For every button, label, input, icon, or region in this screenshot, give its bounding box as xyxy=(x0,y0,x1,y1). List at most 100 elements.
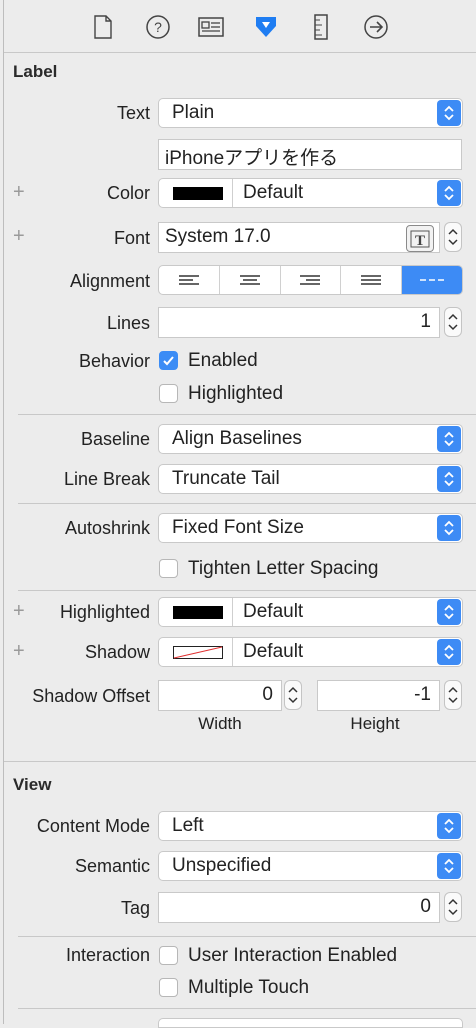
color-label: Color xyxy=(106,183,150,203)
baseline-popup[interactable]: Align Baselines xyxy=(158,424,463,454)
width-caption: Width xyxy=(198,714,242,733)
text-type-popup[interactable]: Plain xyxy=(158,98,463,128)
attributes-icon[interactable] xyxy=(251,12,281,42)
popup-divider xyxy=(232,638,233,666)
tag-label: Tag xyxy=(120,898,150,918)
popup-arrows-icon xyxy=(437,813,461,839)
height-caption: Height xyxy=(350,714,400,733)
content-mode-value: Left xyxy=(172,815,204,836)
popup-arrows-icon xyxy=(437,100,461,126)
identity-icon[interactable] xyxy=(196,12,226,42)
shadow-label: Shadow xyxy=(84,642,150,662)
highlighted-checkbox-label: Highlighted xyxy=(188,383,284,404)
divider xyxy=(18,414,476,415)
shadow-offset-height-value: -1 xyxy=(414,684,431,705)
toolbar-divider xyxy=(4,52,476,53)
tag-stepper[interactable] xyxy=(444,892,462,922)
section-divider xyxy=(4,761,476,762)
color-swatch xyxy=(173,606,223,619)
autoshrink-popup[interactable]: Fixed Font Size xyxy=(158,513,463,543)
popup-divider xyxy=(232,179,233,207)
lines-value: 1 xyxy=(420,311,431,332)
semantic-value: Unspecified xyxy=(172,855,272,876)
tighten-letter-spacing-label: Tighten Letter Spacing xyxy=(188,558,379,579)
line-break-label: Line Break xyxy=(63,469,150,489)
view-section-title: View xyxy=(13,775,52,794)
file-icon[interactable] xyxy=(88,12,118,42)
divider xyxy=(18,590,476,591)
popup-arrows-icon xyxy=(437,426,461,452)
divider xyxy=(18,503,476,504)
inspector-toolbar: ? xyxy=(4,0,476,52)
lines-stepper[interactable] xyxy=(444,307,462,337)
multiple-touch-checkbox[interactable] xyxy=(159,978,178,997)
next-popup-partial[interactable] xyxy=(158,1018,463,1028)
autoshrink-label: Autoshrink xyxy=(64,518,150,538)
semantic-popup[interactable]: Unspecified xyxy=(158,851,463,881)
line-break-popup[interactable]: Truncate Tail xyxy=(158,464,463,494)
text-label: Text xyxy=(116,103,150,123)
alignment-segmented-control[interactable] xyxy=(158,265,463,295)
popup-arrows-icon xyxy=(437,599,461,625)
baseline-label: Baseline xyxy=(80,429,150,449)
align-right-icon[interactable] xyxy=(281,266,342,294)
enabled-checkbox[interactable] xyxy=(159,351,178,370)
font-label: Font xyxy=(113,228,150,248)
multiple-touch-label: Multiple Touch xyxy=(188,977,310,998)
font-picker-icon[interactable]: T xyxy=(406,225,434,252)
lines-label: Lines xyxy=(106,313,150,333)
color-swatch xyxy=(173,187,223,200)
font-field[interactable]: System 17.0 T xyxy=(158,222,440,253)
tag-value: 0 xyxy=(420,896,431,917)
shadow-color-popup[interactable]: Default xyxy=(158,637,463,667)
highlighted-color-label: Highlighted xyxy=(59,602,150,622)
popup-arrows-icon xyxy=(437,466,461,492)
label-section-title: Label xyxy=(13,62,58,81)
text-type-value: Plain xyxy=(172,102,215,123)
divider xyxy=(18,1008,476,1009)
svg-text:?: ? xyxy=(154,19,162,35)
highlighted-color-popup[interactable]: Default xyxy=(158,597,463,627)
align-natural-icon[interactable] xyxy=(402,266,462,294)
popup-divider xyxy=(232,598,233,626)
ruler-icon[interactable] xyxy=(306,12,336,42)
baseline-value: Align Baselines xyxy=(172,428,302,449)
user-interaction-enabled-checkbox[interactable] xyxy=(159,946,178,965)
content-mode-label: Content Mode xyxy=(36,816,150,836)
divider xyxy=(18,936,476,937)
enabled-checkbox-label: Enabled xyxy=(188,350,258,371)
semantic-label: Semantic xyxy=(74,856,150,876)
alignment-label: Alignment xyxy=(69,271,150,291)
tighten-letter-spacing-checkbox[interactable] xyxy=(159,559,178,578)
shadow-color-value: Default xyxy=(243,641,304,662)
line-break-value: Truncate Tail xyxy=(172,468,280,489)
shadow-offset-width-stepper[interactable] xyxy=(284,680,302,710)
user-interaction-enabled-label: User Interaction Enabled xyxy=(188,945,398,966)
content-mode-popup[interactable]: Left xyxy=(158,811,463,841)
shadow-offset-width-value: 0 xyxy=(262,684,273,705)
help-icon[interactable]: ? xyxy=(143,12,173,42)
tag-field[interactable]: 0 xyxy=(158,892,440,923)
popup-arrows-icon xyxy=(437,515,461,541)
popup-arrows-icon xyxy=(437,180,461,206)
behavior-label: Behavior xyxy=(78,351,150,371)
shadow-offset-height-stepper[interactable] xyxy=(444,680,462,710)
svg-text:T: T xyxy=(415,233,425,248)
text-content-field[interactable]: iPhoneアプリを作る xyxy=(158,139,462,170)
highlighted-checkbox[interactable] xyxy=(159,384,178,403)
font-value: System 17.0 xyxy=(165,226,271,247)
align-justified-icon[interactable] xyxy=(341,266,403,294)
autoshrink-value: Fixed Font Size xyxy=(172,517,304,538)
connections-icon[interactable] xyxy=(361,12,391,42)
lines-field[interactable]: 1 xyxy=(158,307,440,338)
no-color-swatch xyxy=(173,646,223,659)
shadow-offset-height-field[interactable]: -1 xyxy=(317,680,440,711)
align-center-icon[interactable] xyxy=(220,266,281,294)
highlighted-color-value: Default xyxy=(243,601,304,622)
color-value: Default xyxy=(243,182,304,203)
font-size-stepper[interactable] xyxy=(444,222,462,252)
popup-arrows-icon xyxy=(437,639,461,665)
align-left-icon[interactable] xyxy=(159,266,220,294)
shadow-offset-width-field[interactable]: 0 xyxy=(158,680,282,711)
color-popup[interactable]: Default xyxy=(158,178,463,208)
